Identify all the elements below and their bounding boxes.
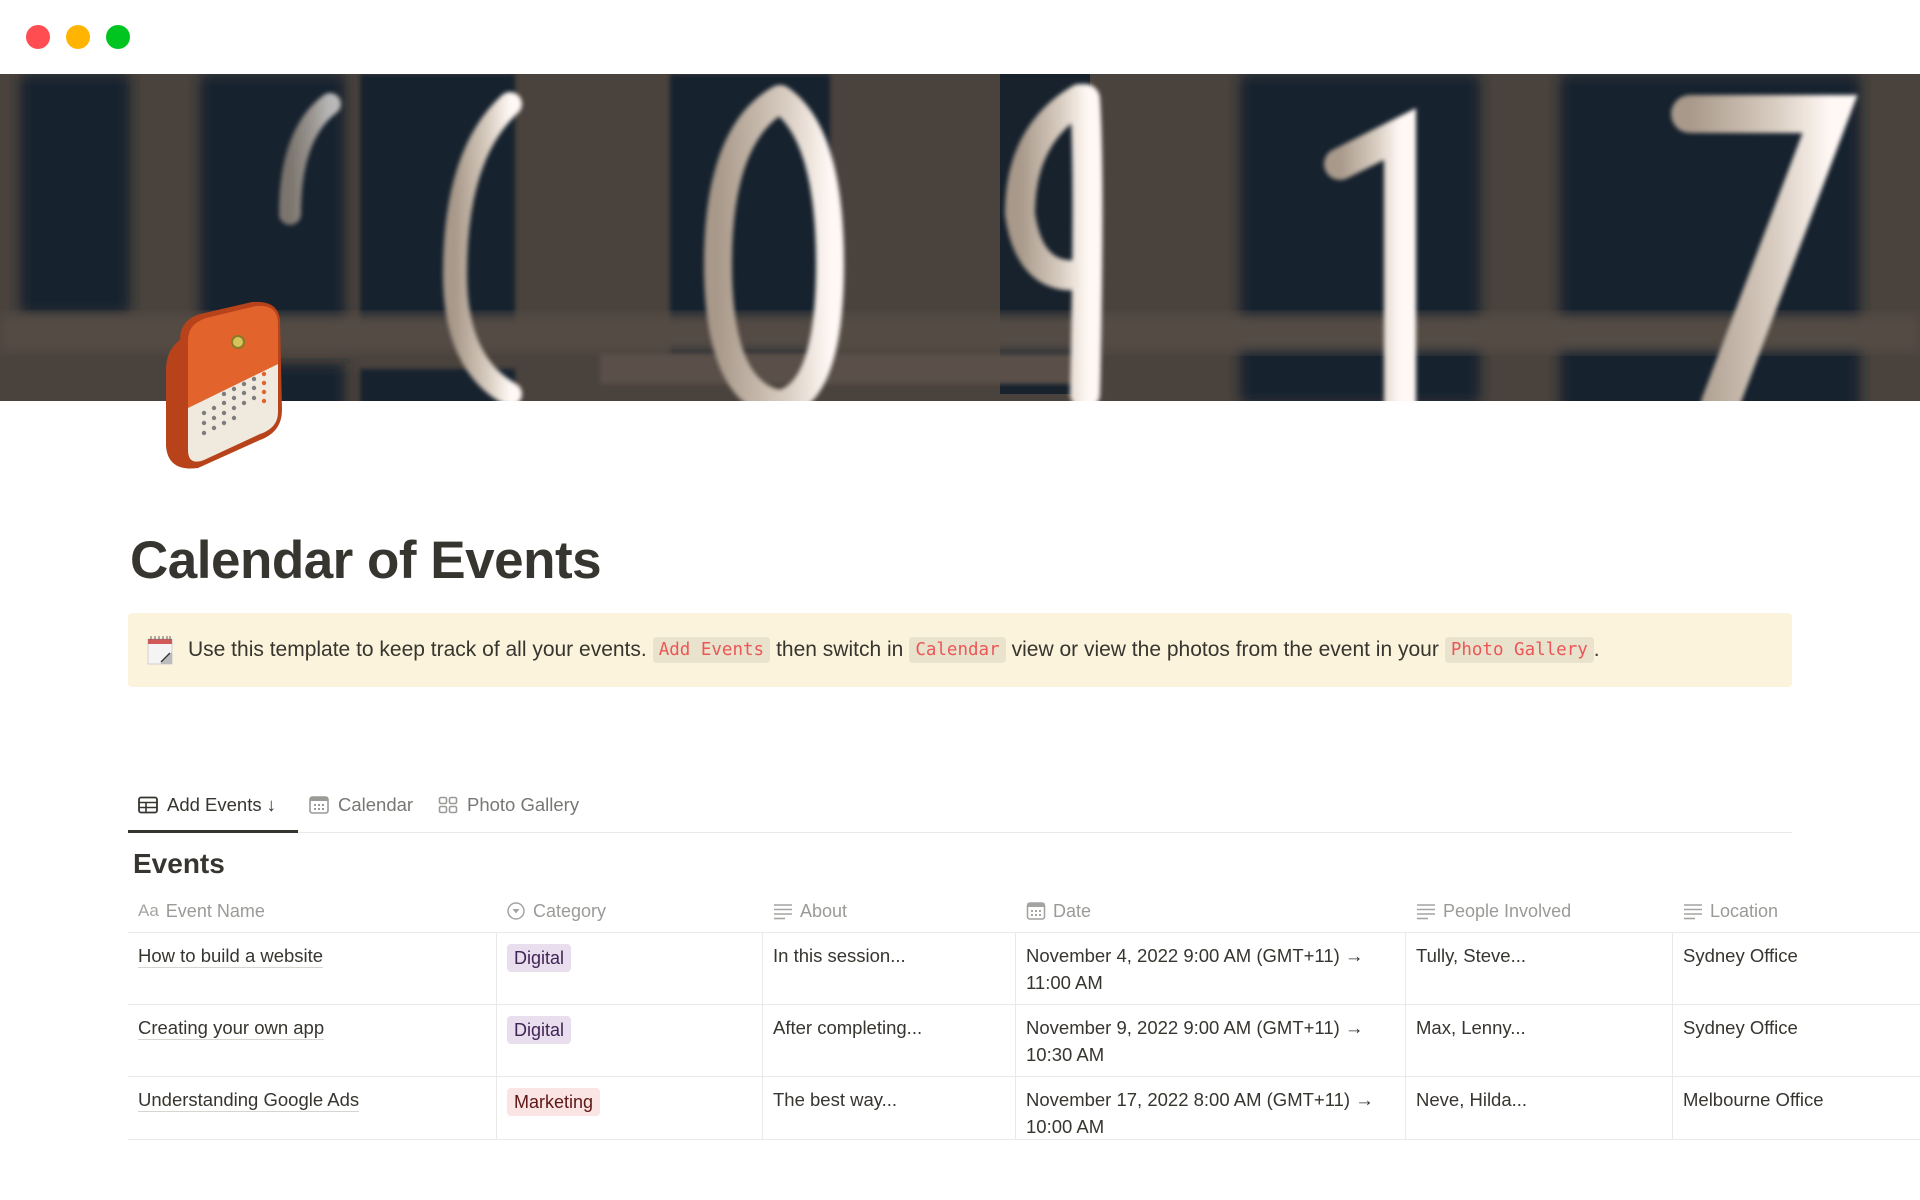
- table-row[interactable]: How to build a website Digital In this s…: [128, 933, 1920, 1005]
- event-name-link[interactable]: Understanding Google Ads: [138, 1089, 360, 1112]
- category-tag: Digital: [507, 944, 572, 972]
- date-property-icon: [1026, 901, 1046, 921]
- tab-label: Add Events: [167, 794, 262, 815]
- window-titlebar: [0, 0, 1920, 74]
- date-range-start: November 17, 2022 8:00 AM (GMT+11) →: [1026, 1089, 1374, 1110]
- column-label: Event Name: [165, 900, 265, 921]
- table-row[interactable]: Creating your own app Digital After comp…: [128, 1005, 1920, 1077]
- spiral-calendar-icon: [146, 635, 174, 665]
- page-title[interactable]: Calendar of Events: [130, 530, 602, 591]
- maximize-window-button[interactable]: [106, 25, 130, 49]
- cell-people-involved[interactable]: Tully, Steve...: [1405, 933, 1672, 1004]
- inline-code-calendar: Calendar: [909, 637, 1006, 663]
- column-header-date[interactable]: Date: [1026, 890, 1091, 932]
- sort-arrow-icon: ↓: [266, 794, 276, 815]
- cell-location[interactable]: Melbourne Office: [1672, 1077, 1920, 1139]
- date-range-end: 11:00 AM: [1026, 972, 1103, 993]
- date-range-end: 10:30 AM: [1026, 1044, 1105, 1065]
- cell-event-name[interactable]: Understanding Google Ads: [138, 1077, 496, 1139]
- column-header-people-involved[interactable]: People Involved: [1416, 890, 1571, 932]
- column-header-event-name[interactable]: Aa Event Name: [138, 890, 265, 932]
- cell-event-name[interactable]: How to build a website: [138, 933, 496, 1004]
- cell-about[interactable]: The best way...: [762, 1077, 1015, 1139]
- title-property-icon: Aa: [138, 901, 159, 920]
- column-header-category[interactable]: Category: [506, 890, 606, 932]
- column-label: People Involved: [1443, 900, 1572, 921]
- tab-label: Calendar: [338, 794, 414, 815]
- gallery-icon: [438, 796, 458, 814]
- cell-people-involved[interactable]: Neve, Hilda...: [1405, 1077, 1672, 1139]
- column-header-about[interactable]: About: [773, 890, 847, 932]
- cell-event-name[interactable]: Creating your own app: [138, 1005, 496, 1076]
- inline-code-add-events: Add Events: [652, 637, 771, 663]
- cell-date[interactable]: November 9, 2022 9:00 AM (GMT+11) → 10:3…: [1015, 1005, 1405, 1076]
- calendar-icon: [166, 301, 282, 469]
- cell-about[interactable]: In this session...: [762, 933, 1015, 1004]
- callout-text: .: [1593, 638, 1600, 661]
- event-name-link[interactable]: Creating your own app: [138, 1017, 325, 1040]
- column-label: Location: [1710, 900, 1779, 921]
- column-label: Date: [1053, 900, 1092, 921]
- cell-category[interactable]: Digital: [496, 1005, 763, 1076]
- select-property-icon: [506, 901, 526, 921]
- table-row[interactable]: Understanding Google Ads Marketing The b…: [128, 1077, 1920, 1140]
- callout-text: then switch in: [776, 638, 904, 661]
- event-name-link[interactable]: How to build a website: [138, 945, 324, 968]
- close-window-button[interactable]: [26, 25, 50, 49]
- date-range-start: November 9, 2022 9:00 AM (GMT+11) →: [1026, 1017, 1364, 1038]
- category-tag: Marketing: [507, 1088, 601, 1116]
- tab-label: Photo Gallery: [467, 794, 580, 815]
- page-icon-calendar[interactable]: [160, 300, 296, 472]
- active-tab-indicator: [128, 830, 298, 833]
- inline-code-photo-gallery: Photo Gallery: [1444, 637, 1594, 663]
- database-view-tabs: Add Events ↓ Calendar Photo Gallery: [128, 780, 1792, 833]
- cell-people-involved[interactable]: Max, Lenny...: [1405, 1005, 1672, 1076]
- cell-category[interactable]: Digital: [496, 933, 763, 1004]
- events-table: Aa Event Name Category About Date People…: [128, 890, 1920, 1140]
- minimize-window-button[interactable]: [66, 25, 90, 49]
- cell-about[interactable]: After completing...: [762, 1005, 1015, 1076]
- cell-category[interactable]: Marketing: [496, 1077, 763, 1139]
- cell-location[interactable]: Sydney Office: [1672, 933, 1920, 1004]
- tab-calendar[interactable]: Calendar: [309, 794, 413, 816]
- text-property-icon: [1416, 902, 1436, 920]
- date-range-end: 10:00 AM: [1026, 1116, 1105, 1137]
- callout-text: Use this template to keep track of all y…: [188, 638, 647, 661]
- cell-location[interactable]: Sydney Office: [1672, 1005, 1920, 1076]
- column-label: About: [800, 900, 848, 921]
- column-label: Category: [533, 900, 607, 921]
- column-header-location[interactable]: Location: [1683, 890, 1778, 932]
- calendar-view-icon: [309, 796, 329, 814]
- cell-date[interactable]: November 17, 2022 8:00 AM (GMT+11) → 10:…: [1015, 1077, 1405, 1139]
- tab-photo-gallery[interactable]: Photo Gallery: [438, 794, 579, 816]
- info-callout: Use this template to keep track of all y…: [128, 613, 1792, 687]
- database-title[interactable]: Events: [133, 848, 225, 880]
- callout-text: view or view the photos from the event i…: [1011, 638, 1439, 661]
- table-icon: [138, 796, 158, 814]
- text-property-icon: [773, 902, 793, 920]
- date-range-start: November 4, 2022 9:00 AM (GMT+11) →: [1026, 945, 1364, 966]
- text-property-icon: [1683, 902, 1703, 920]
- cell-date[interactable]: November 4, 2022 9:00 AM (GMT+11) → 11:0…: [1015, 933, 1405, 1004]
- table-header: Aa Event Name Category About Date People…: [128, 890, 1920, 933]
- tab-add-events[interactable]: Add Events ↓: [138, 794, 276, 816]
- category-tag: Digital: [507, 1016, 572, 1044]
